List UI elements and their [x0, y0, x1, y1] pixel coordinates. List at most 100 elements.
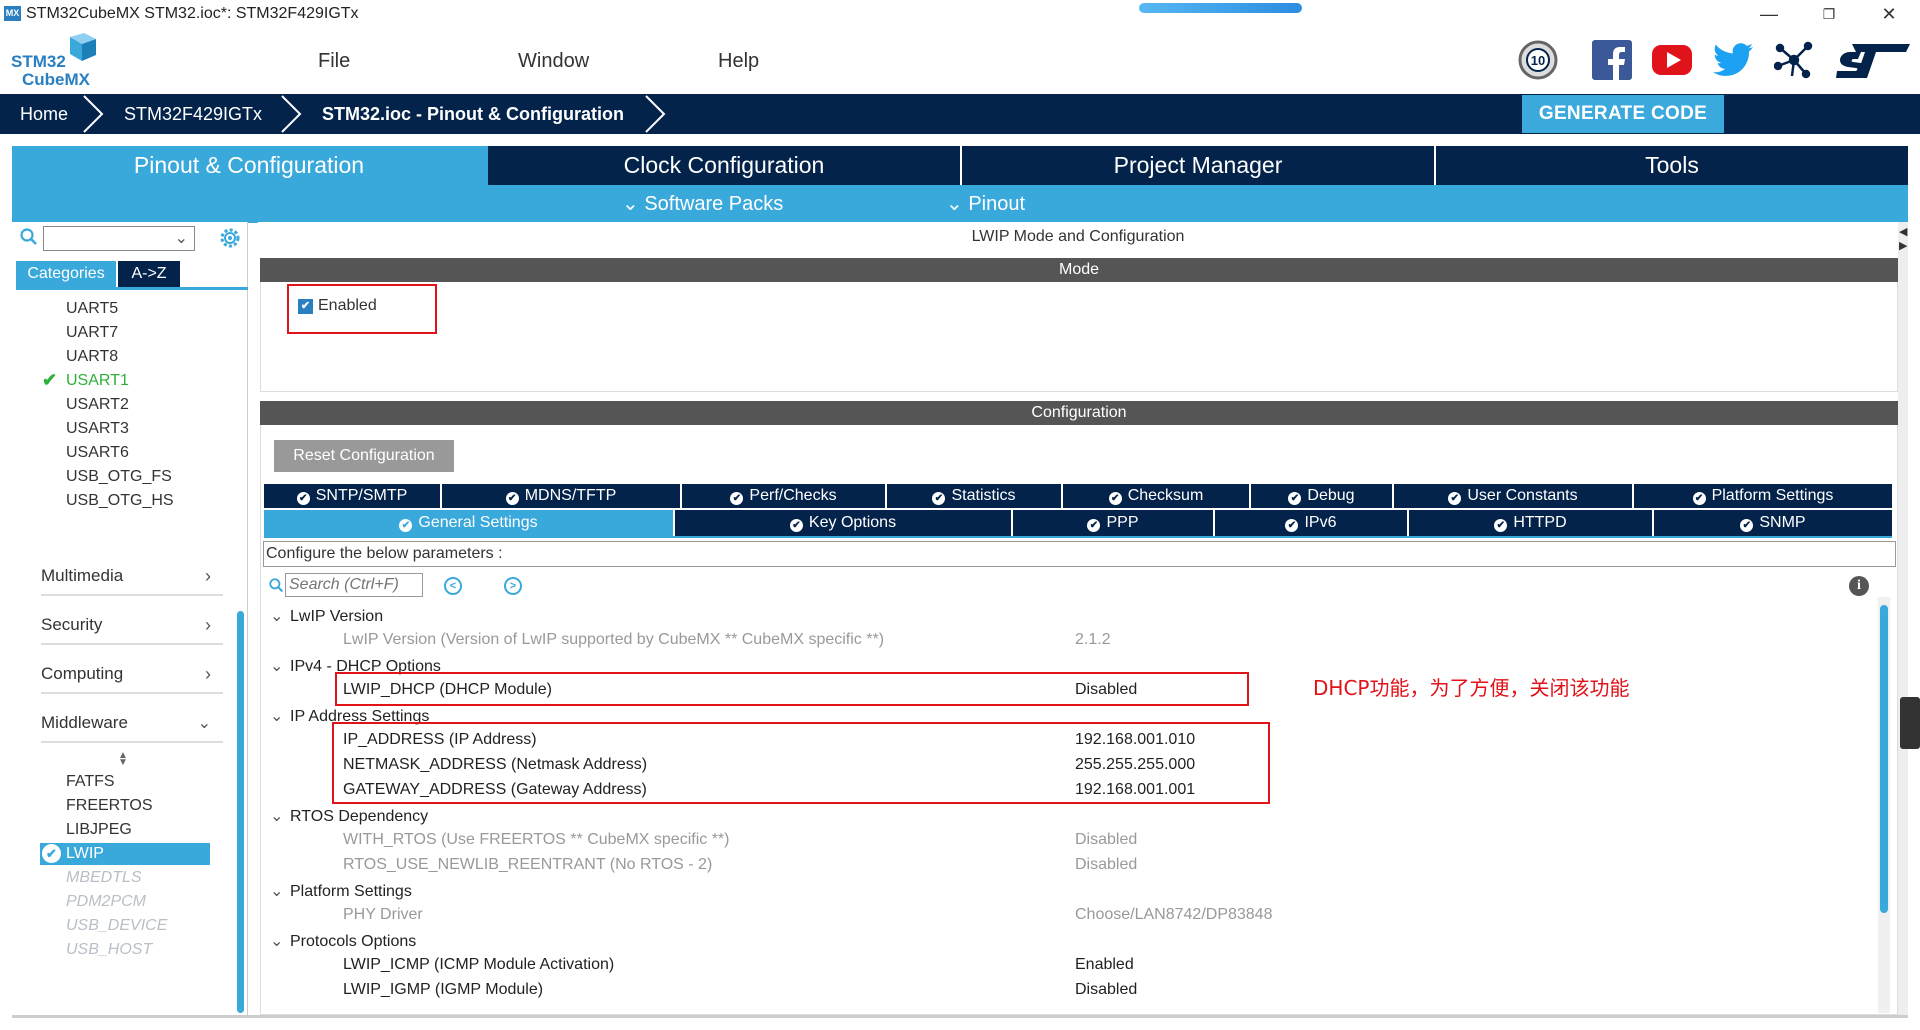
param-lwip-igmp-value[interactable]: Disabled: [1075, 981, 1137, 999]
tab-clock-configuration[interactable]: Clock Configuration: [488, 146, 962, 185]
list-item-uart7[interactable]: UART7: [66, 324, 118, 342]
tab-mdns-tftp[interactable]: ✔ MDNS/TFTP: [442, 484, 682, 508]
left-scrollbar[interactable]: [237, 611, 244, 1013]
list-item-usart6[interactable]: USART6: [66, 444, 129, 462]
tab-general-settings[interactable]: ✔ General Settings: [264, 510, 675, 536]
chevron-right-icon: ›: [205, 664, 211, 684]
chevron-down-icon: ⌄: [270, 883, 284, 900]
tab-statistics-label: Statistics: [951, 487, 1016, 504]
tab-sntp-smtp[interactable]: ✔ SNTP/SMTP: [264, 484, 442, 508]
list-item-pdm2pcm[interactable]: PDM2PCM: [66, 893, 146, 911]
close-button[interactable]: ✕: [1860, 0, 1918, 28]
anniversary-10-badge-icon[interactable]: 10: [1518, 40, 1558, 80]
tab-tools[interactable]: Tools: [1436, 146, 1908, 185]
list-item-usart3[interactable]: USART3: [66, 420, 129, 438]
tab-perf-checks[interactable]: ✔ Perf/Checks: [682, 484, 887, 508]
tab-ipv6[interactable]: ✔ IPv6: [1215, 510, 1409, 536]
search-icon[interactable]: [20, 228, 38, 246]
subtab-software-packs[interactable]: ⌄ Software Packs: [622, 187, 783, 221]
search-previous-button[interactable]: <: [444, 577, 462, 595]
minimize-button[interactable]: —: [1740, 0, 1798, 28]
menu-file[interactable]: File: [318, 50, 350, 73]
chevron-right-icon: ›: [205, 566, 211, 586]
list-item-mbedtls[interactable]: MBEDTLS: [66, 869, 142, 887]
search-next-button[interactable]: >: [504, 577, 522, 595]
list-item-lwip[interactable]: ✔ LWIP: [40, 843, 210, 865]
section-computing[interactable]: Computing ›: [41, 664, 223, 694]
tab-underline: [16, 287, 248, 290]
gear-icon[interactable]: [218, 226, 242, 250]
sort-icon[interactable]: ▲ ▼: [118, 751, 128, 768]
subtab-pinout-label: Pinout: [968, 193, 1026, 215]
list-item-usb-device[interactable]: USB_DEVICE: [66, 917, 167, 935]
tab-categories[interactable]: Categories: [16, 261, 116, 287]
panel-resize-handle[interactable]: [1900, 697, 1920, 749]
list-item-usart2[interactable]: USART2: [66, 396, 129, 414]
configure-instruction: Configure the below parameters :: [263, 541, 1896, 567]
dhcp-highlight-box: [335, 672, 1249, 706]
section-multimedia[interactable]: Multimedia ›: [41, 566, 223, 596]
tab-platform-settings[interactable]: ✔ Platform Settings: [1634, 484, 1892, 508]
param-lwip-icmp-value[interactable]: Enabled: [1075, 956, 1134, 974]
search-icon: [269, 578, 284, 593]
facebook-icon[interactable]: [1592, 40, 1632, 80]
tab-snmp-label: SNMP: [1759, 514, 1806, 531]
tab-ppp[interactable]: ✔ PPP: [1013, 510, 1215, 536]
tab-snmp[interactable]: ✔ SNMP: [1654, 510, 1892, 536]
list-item-usb-otg-fs[interactable]: USB_OTG_FS: [66, 468, 172, 486]
subtab-pinout[interactable]: ⌄ Pinout: [946, 187, 1025, 221]
reset-configuration-button[interactable]: Reset Configuration: [274, 440, 454, 472]
breadcrumb-current[interactable]: STM32.ioc - Pinout & Configuration: [322, 94, 624, 134]
list-item-uart8[interactable]: UART8: [66, 348, 118, 366]
list-item-libjpeg[interactable]: LIBJPEG: [66, 821, 132, 839]
parameter-search-input[interactable]: [285, 573, 423, 597]
section-security[interactable]: Security ›: [41, 615, 223, 645]
tab-checksum[interactable]: ✔ Checksum: [1063, 484, 1251, 508]
list-item-fatfs[interactable]: FATFS: [66, 773, 115, 791]
mode-panel: [260, 282, 1898, 392]
chevron-down-icon: ⌄: [270, 933, 284, 950]
menu-bar: [0, 28, 1920, 94]
twitter-icon[interactable]: [1713, 42, 1755, 78]
breadcrumb-separator-icon: [645, 95, 666, 133]
breadcrumb-home[interactable]: Home: [20, 94, 68, 134]
tab-project-manager[interactable]: Project Manager: [962, 146, 1436, 185]
group-lwip-version[interactable]: ⌄ LwIP Version: [270, 606, 383, 626]
tab-debug[interactable]: ✔ Debug: [1251, 484, 1394, 508]
menu-window[interactable]: Window: [518, 50, 589, 73]
check-circle-icon: ✔: [730, 492, 744, 505]
list-item-usb-otg-hs[interactable]: USB_OTG_HS: [66, 492, 174, 510]
breadcrumb-separator-icon: [281, 95, 302, 133]
tab-pinout-configuration[interactable]: Pinout & Configuration: [12, 146, 486, 185]
tab-user-constants[interactable]: ✔ User Constants: [1394, 484, 1634, 508]
config-scrollbar[interactable]: [1880, 605, 1888, 913]
list-item-freertos[interactable]: FREERTOS: [66, 797, 153, 815]
breadcrumb-device[interactable]: STM32F429IGTx: [124, 94, 262, 134]
section-middleware[interactable]: Middleware ⌄: [41, 713, 223, 743]
param-lwip-icmp[interactable]: LWIP_ICMP (ICMP Module Activation): [343, 956, 614, 974]
param-lwip-igmp[interactable]: LWIP_IGMP (IGMP Module): [343, 981, 543, 999]
menu-help[interactable]: Help: [718, 50, 759, 73]
list-item-uart5[interactable]: UART5: [66, 300, 118, 318]
restore-button[interactable]: ❐: [1800, 0, 1858, 28]
group-protocols-options[interactable]: ⌄ Protocols Options: [270, 931, 416, 951]
tab-a-z[interactable]: A->Z: [118, 261, 180, 287]
network-icon[interactable]: [1773, 40, 1814, 80]
enabled-checkbox[interactable]: ✔: [298, 299, 313, 314]
search-combo[interactable]: ⌄: [43, 226, 195, 251]
list-item-usb-host[interactable]: USB_HOST: [66, 941, 152, 959]
tab-statistics[interactable]: ✔ Statistics: [887, 484, 1063, 508]
st-logo-icon[interactable]: [1836, 42, 1910, 80]
logo-line2: CubeMX: [22, 70, 91, 89]
collapse-arrows-icon[interactable]: ◀ ▶: [1899, 225, 1907, 253]
check-circle-icon: ✔: [1087, 519, 1101, 532]
list-item-usart1[interactable]: USART1: [66, 372, 129, 390]
info-icon[interactable]: i: [1849, 576, 1869, 596]
tab-key-options[interactable]: ✔ Key Options: [675, 510, 1013, 536]
generate-code-button[interactable]: GENERATE CODE: [1522, 95, 1724, 133]
tab-debug-label: Debug: [1307, 487, 1355, 504]
group-platform-settings[interactable]: ⌄ Platform Settings: [270, 881, 412, 901]
group-rtos-dependency[interactable]: ⌄ RTOS Dependency: [270, 806, 428, 826]
youtube-icon[interactable]: [1651, 42, 1693, 78]
tab-httpd[interactable]: ✔ HTTPD: [1409, 510, 1654, 536]
